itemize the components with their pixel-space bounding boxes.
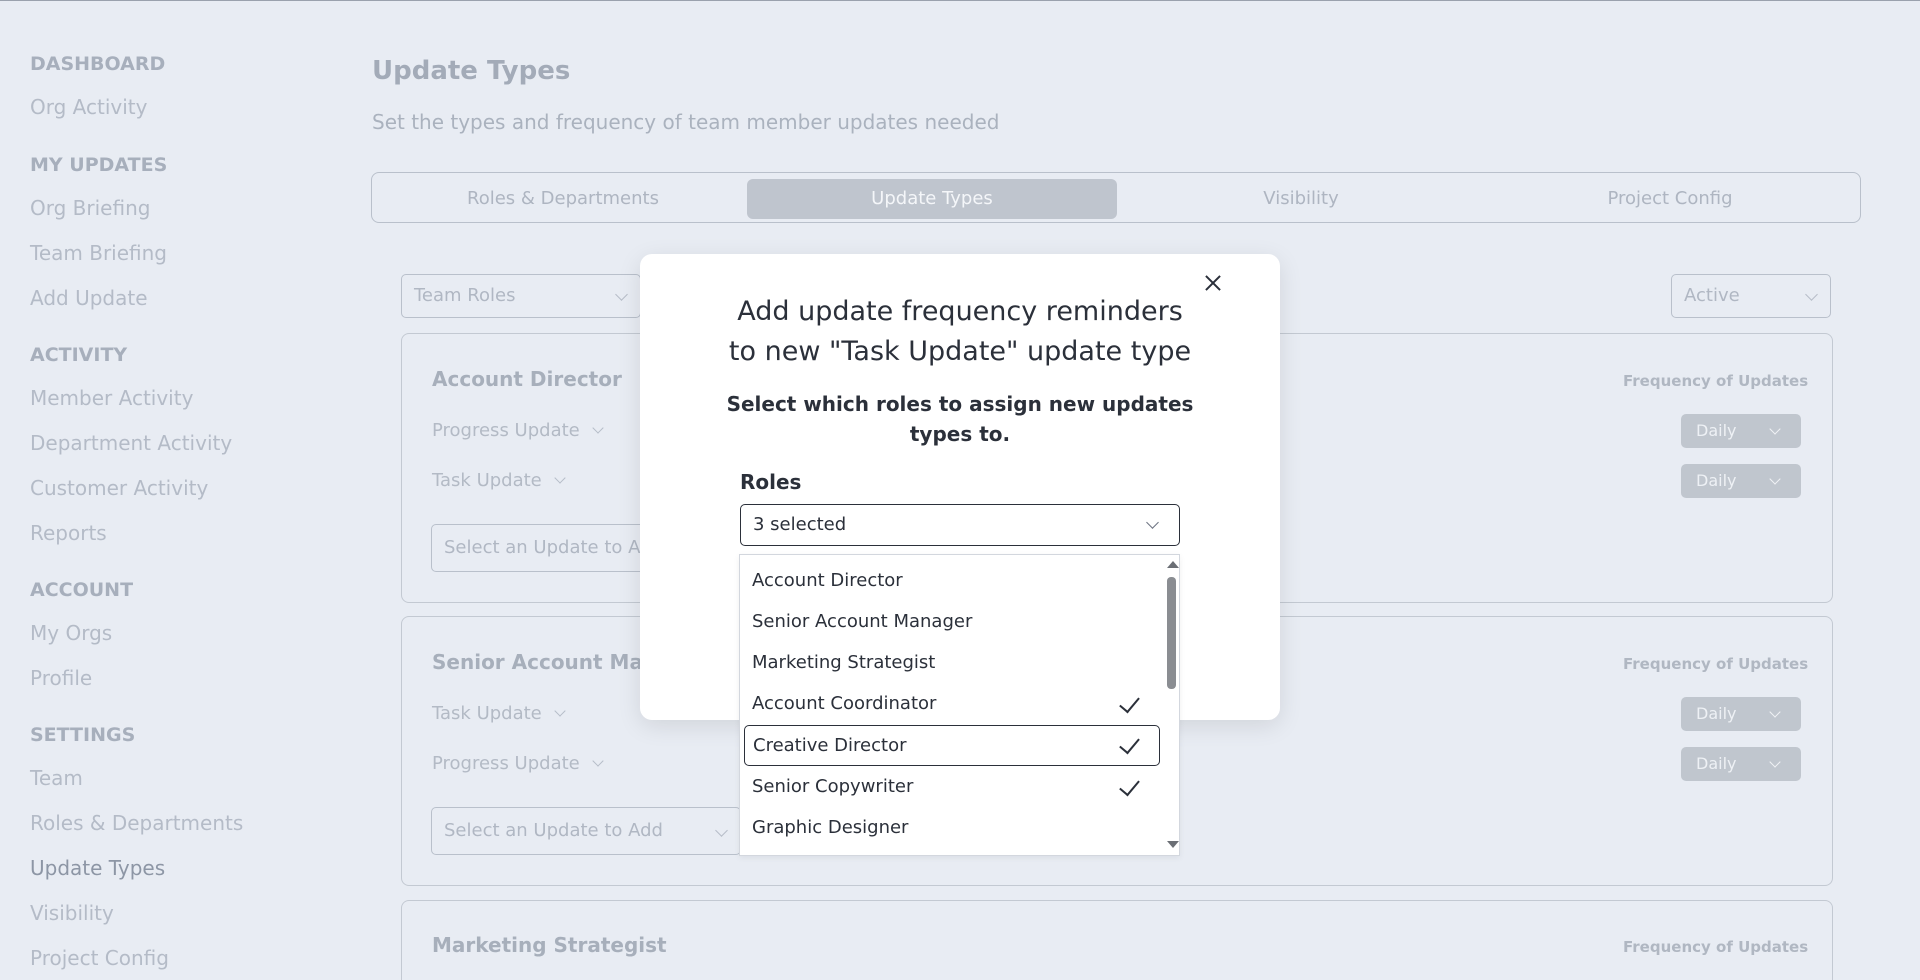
chevron-down-icon — [1769, 473, 1781, 485]
frequency-select[interactable]: Daily — [1681, 464, 1801, 498]
role-option-senior-account-manager[interactable]: Senior Account Manager — [744, 602, 1160, 640]
update-type-row[interactable]: Progress Update — [432, 753, 604, 774]
frequency-label: Frequency of Updates — [1623, 372, 1809, 390]
sidebar-heading-account: ACCOUNT — [30, 579, 134, 601]
chevron-down-icon — [554, 705, 566, 717]
status-filter-value: Active — [1684, 285, 1740, 306]
sidebar-item-member-activity[interactable]: Member Activity — [30, 386, 193, 410]
role-option-label: Account Director — [752, 570, 903, 591]
frequency-value: Daily — [1696, 421, 1737, 440]
role-option-label: Graphic Designer — [752, 817, 909, 838]
role-option-account-director[interactable]: Account Director — [744, 561, 1160, 599]
chevron-down-icon — [592, 755, 604, 767]
role-card-title: Account Director — [432, 367, 622, 391]
team-roles-filter-value: Team Roles — [414, 285, 516, 306]
listbox-scrollbar[interactable] — [1164, 555, 1179, 855]
role-option-marketing-strategist[interactable]: Marketing Strategist — [744, 643, 1160, 681]
sidebar-item-customer-activity[interactable]: Customer Activity — [30, 476, 208, 500]
page-subtitle: Set the types and frequency of team memb… — [372, 110, 1000, 134]
role-option-creative-director[interactable]: Creative Director — [744, 725, 1160, 766]
update-type-name: Progress Update — [432, 753, 580, 774]
tab-roles-departments[interactable]: Roles & Departments — [378, 179, 748, 219]
tab-update-types[interactable]: Update Types — [747, 179, 1117, 219]
scroll-up-arrow-icon[interactable] — [1167, 561, 1179, 568]
chevron-down-icon — [715, 824, 728, 837]
roles-multiselect[interactable]: 3 selected — [740, 504, 1180, 546]
chevron-down-icon — [1805, 288, 1818, 301]
add-update-placeholder: Select an Update to Add — [444, 820, 663, 841]
modal-title-line-1: Add update frequency reminders — [737, 296, 1183, 327]
role-option-account-coordinator[interactable]: Account Coordinator — [744, 684, 1160, 722]
roles-selected-count: 3 selected — [753, 514, 847, 535]
frequency-value: Daily — [1696, 704, 1737, 723]
sidebar-heading-my-updates: MY UPDATES — [30, 154, 168, 176]
role-option-label: Account Coordinator — [752, 693, 937, 714]
update-type-row[interactable]: Task Update — [432, 703, 566, 724]
frequency-value: Daily — [1696, 471, 1737, 490]
team-roles-filter[interactable]: Team Roles — [401, 274, 641, 318]
frequency-label: Frequency of Updates — [1623, 938, 1809, 956]
sidebar-item-team-briefing[interactable]: Team Briefing — [30, 241, 167, 265]
chevron-down-icon — [1146, 516, 1159, 529]
checkmark-icon — [1119, 691, 1140, 714]
role-option-label: Senior Account Manager — [752, 611, 973, 632]
chevron-down-icon — [592, 422, 604, 434]
update-type-name: Task Update — [432, 703, 542, 724]
tab-visibility[interactable]: Visibility — [1116, 179, 1486, 219]
sidebar-item-my-orgs[interactable]: My Orgs — [30, 621, 112, 645]
sidebar-item-roles-departments[interactable]: Roles & Departments — [30, 811, 243, 835]
chevron-down-icon — [615, 288, 628, 301]
chevron-down-icon — [1769, 423, 1781, 435]
role-option-senior-copywriter[interactable]: Senior Copywriter — [744, 767, 1160, 805]
sidebar: DASHBOARD Org Activity MY UPDATES Org Br… — [0, 0, 330, 970]
role-option-label: Creative Director — [753, 735, 907, 756]
sidebar-item-add-update[interactable]: Add Update — [30, 286, 148, 310]
role-option-label: Senior Copywriter — [752, 776, 914, 797]
chevron-down-icon — [554, 472, 566, 484]
update-type-name: Task Update — [432, 470, 542, 491]
sidebar-heading-activity: ACTIVITY — [30, 344, 128, 366]
modal-subtitle: Select which roles to assign new updates… — [726, 392, 1194, 446]
role-option-graphic-designer[interactable]: Graphic Designer — [744, 808, 1160, 846]
roles-listbox: Account Director Senior Account Manager … — [739, 554, 1180, 856]
role-option-label: Marketing Strategist — [752, 652, 936, 673]
sidebar-item-org-activity[interactable]: Org Activity — [30, 95, 147, 119]
frequency-select[interactable]: Daily — [1681, 697, 1801, 731]
checkmark-icon — [1119, 732, 1140, 755]
sidebar-heading-dashboard: DASHBOARD — [30, 53, 166, 75]
settings-tabs: Roles & Departments Update Types Visibil… — [371, 172, 1861, 223]
update-type-row[interactable]: Progress Update — [432, 420, 604, 441]
sidebar-item-update-types[interactable]: Update Types — [30, 856, 165, 880]
status-filter[interactable]: Active — [1671, 274, 1831, 318]
scroll-down-arrow-icon[interactable] — [1167, 841, 1179, 848]
chevron-down-icon — [1769, 756, 1781, 768]
frequency-value: Daily — [1696, 754, 1737, 773]
sidebar-item-department-activity[interactable]: Department Activity — [30, 431, 232, 455]
chevron-down-icon — [1769, 706, 1781, 718]
sidebar-item-reports[interactable]: Reports — [30, 521, 107, 545]
update-type-row[interactable]: Task Update — [432, 470, 566, 491]
roles-label: Roles — [740, 470, 802, 494]
tab-project-config[interactable]: Project Config — [1485, 179, 1855, 219]
modal-title-line-2: to new "Task Update" update type — [728, 336, 1192, 367]
modal-title: Add update frequency reminders to new "T… — [700, 292, 1220, 372]
page-title: Update Types — [372, 56, 571, 86]
frequency-select[interactable]: Daily — [1681, 414, 1801, 448]
role-card-title: Marketing Strategist — [432, 933, 667, 957]
sidebar-item-team[interactable]: Team — [30, 766, 83, 790]
sidebar-item-org-briefing[interactable]: Org Briefing — [30, 196, 150, 220]
update-type-name: Progress Update — [432, 420, 580, 441]
frequency-select[interactable]: Daily — [1681, 747, 1801, 781]
checkmark-icon — [1119, 774, 1140, 797]
sidebar-item-profile[interactable]: Profile — [30, 666, 92, 690]
sidebar-heading-settings: SETTINGS — [30, 724, 136, 746]
add-update-select[interactable]: Select an Update to Add — [431, 807, 741, 855]
sidebar-item-project-config[interactable]: Project Config — [30, 946, 169, 970]
frequency-label: Frequency of Updates — [1623, 655, 1809, 673]
add-update-placeholder: Select an Update to Add — [444, 537, 663, 558]
sidebar-item-visibility[interactable]: Visibility — [30, 901, 114, 925]
scrollbar-thumb[interactable] — [1167, 577, 1176, 689]
